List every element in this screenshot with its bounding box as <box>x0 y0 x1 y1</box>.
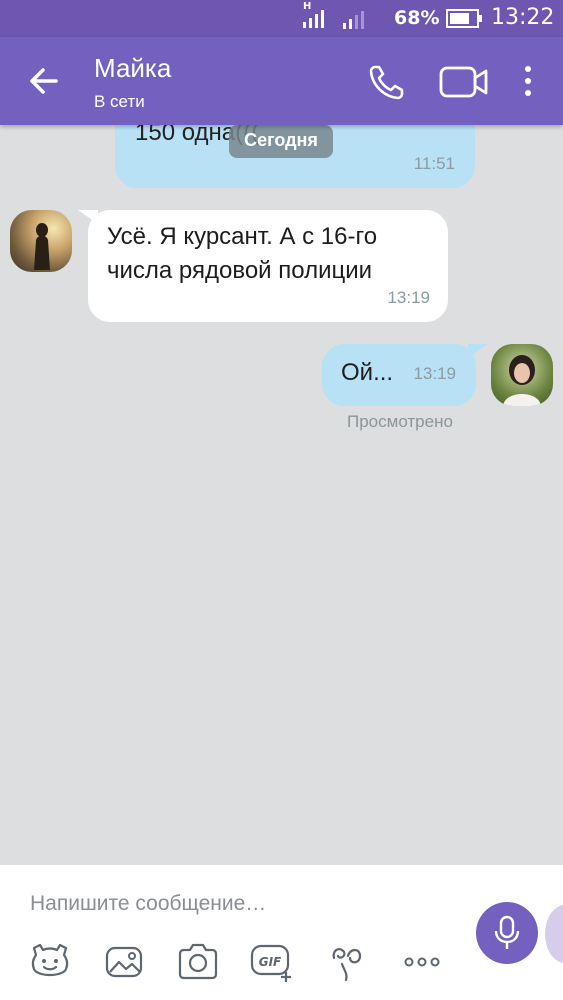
message-list[interactable]: 150 одна((( 11:51 Сегодня Усё. Я курсант… <box>0 125 563 865</box>
signal-weak-icon <box>343 11 364 29</box>
contact-avatar[interactable] <box>10 210 72 272</box>
message-bubble-outgoing[interactable]: Ой... 13:19 <box>322 344 476 406</box>
signal-strength-icon <box>303 10 324 28</box>
message-time: 13:19 <box>413 364 456 383</box>
chat-header: Майка В сети <box>0 37 563 125</box>
more-vertical-icon[interactable] <box>516 61 540 101</box>
status-bar: H 68% 13:22 <box>0 0 563 37</box>
contact-status: В сети <box>94 92 145 111</box>
message-input[interactable] <box>30 889 450 919</box>
date-separator: Сегодня <box>229 125 333 158</box>
phone-icon[interactable] <box>366 61 408 103</box>
more-horizontal-icon[interactable] <box>400 940 444 984</box>
my-avatar[interactable] <box>491 344 553 406</box>
composer-bar: GIF <box>0 865 563 1000</box>
message-time: 11:51 <box>413 154 455 173</box>
message-bubble-incoming[interactable]: Усё. Я курсант. А с 16-го числа рядовой … <box>88 210 448 322</box>
voice-message-button[interactable] <box>476 902 538 964</box>
doodle-icon[interactable] <box>326 940 370 984</box>
message-text: Усё. Я курсант. А с 16-го числа рядовой … <box>107 223 378 284</box>
battery-percent: 68% <box>394 7 440 29</box>
gif-icon[interactable]: GIF <box>250 940 294 984</box>
message-text: Ой... <box>341 359 394 386</box>
svg-text:GIF: GIF <box>259 955 282 969</box>
secondary-action-button[interactable] <box>545 905 563 963</box>
gallery-icon[interactable] <box>103 940 147 984</box>
microphone-icon <box>494 915 520 949</box>
message-time: 13:19 <box>387 288 430 307</box>
sticker-icon[interactable] <box>28 940 72 984</box>
contact-name[interactable]: Майка <box>94 53 171 84</box>
read-receipt: Просмотрено <box>347 412 453 431</box>
battery-icon <box>446 9 482 28</box>
silhouette-image <box>34 223 50 270</box>
camera-icon[interactable] <box>176 940 220 984</box>
portrait-image <box>503 355 541 406</box>
clock: 13:22 <box>491 5 555 30</box>
back-arrow-icon[interactable] <box>22 61 66 101</box>
video-camera-icon[interactable] <box>438 63 490 101</box>
